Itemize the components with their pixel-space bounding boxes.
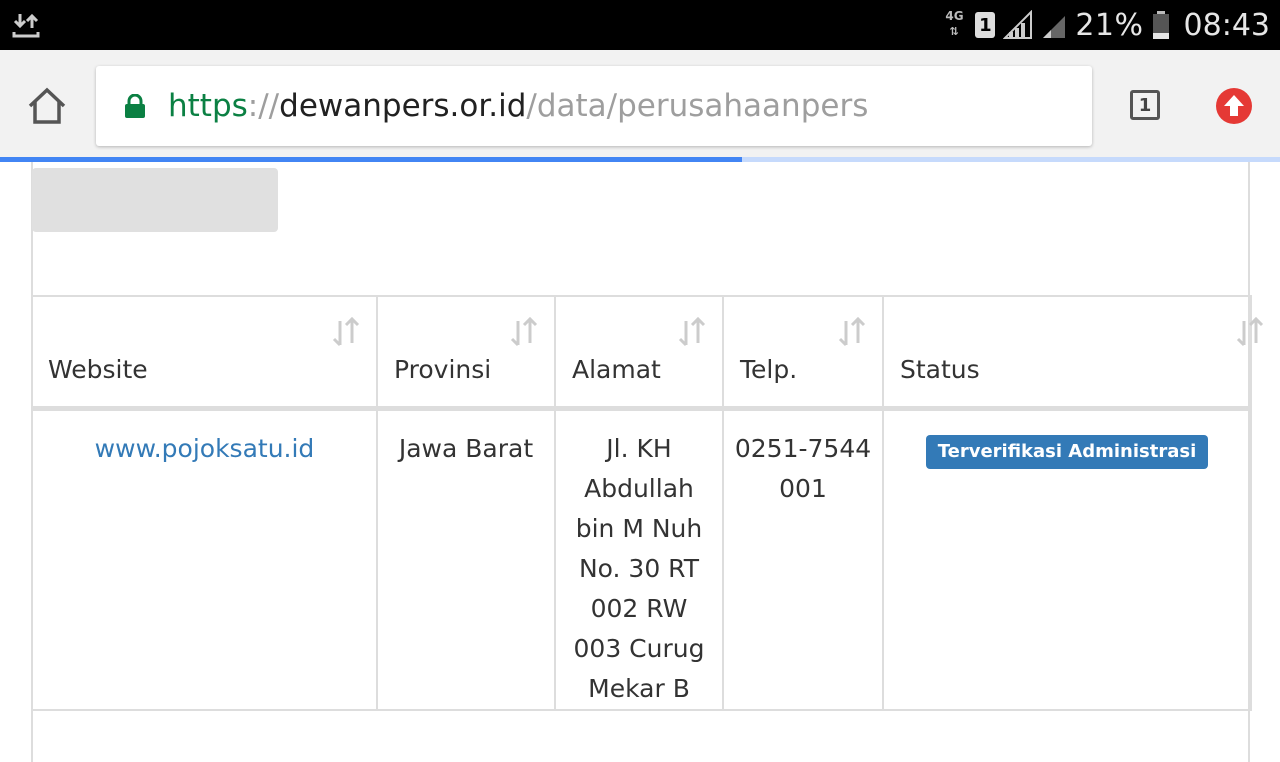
address-bar[interactable]: https://dewanpers.or.id/data/perusahaanp…: [96, 66, 1092, 146]
loading-placeholder: [32, 168, 278, 232]
column-header-alamat[interactable]: Alamat: [554, 295, 724, 411]
download-icon: [12, 13, 40, 38]
battery-percent: 21%: [1075, 7, 1144, 43]
tab-switcher-button[interactable]: 1: [1130, 90, 1160, 120]
page-content: Website Provinsi Alamat Telp. Status www…: [0, 162, 1280, 762]
sort-icon: [1236, 317, 1264, 347]
provinsi-value: Jawa Barat: [398, 433, 534, 463]
signal-secondary-icon: [1043, 16, 1066, 38]
sim-slot-label: 1: [979, 14, 992, 36]
table-row: www.pojoksatu.id Jawa Barat Jl. KH Abdul…: [31, 407, 1252, 711]
sim-icon: 1: [975, 12, 996, 38]
battery-icon: [1152, 11, 1169, 39]
url-host: dewanpers.or.id: [279, 88, 527, 124]
column-label: Status: [900, 354, 980, 384]
lock-icon: [125, 94, 145, 118]
column-header-status[interactable]: Status: [882, 295, 1264, 411]
cell-status: Terverifikasi Administrasi: [882, 407, 1252, 711]
status-bar: 4G ⇅ 1 21% 08:43: [0, 0, 1280, 50]
cell-alamat: Jl. KH Abdullah bin M Nuh No. 30 RT 002 …: [554, 407, 724, 711]
column-label: Telp.: [740, 354, 798, 384]
url-path: /data/perusahaanpers: [526, 88, 869, 124]
sort-icon: [510, 317, 538, 347]
column-header-telp[interactable]: Telp.: [722, 295, 884, 411]
column-header-provinsi[interactable]: Provinsi: [376, 295, 556, 411]
update-arrow-icon: [1224, 95, 1244, 116]
table-header-row: Website Provinsi Alamat Telp. Status: [31, 295, 1264, 411]
sort-icon: [678, 317, 706, 347]
column-label: Alamat: [572, 354, 661, 384]
companies-table: Website Provinsi Alamat Telp. Status www…: [31, 295, 1264, 711]
signal-icon: [1003, 10, 1033, 39]
network-type-label: 4G: [945, 9, 964, 23]
clock: 08:43: [1183, 7, 1270, 43]
cell-website: www.pojoksatu.id: [31, 407, 378, 711]
column-label: Website: [48, 354, 148, 384]
browser-toolbar: https://dewanpers.or.id/data/perusahaanp…: [0, 50, 1280, 158]
url-text: https://dewanpers.or.id/data/perusahaanp…: [168, 84, 868, 128]
sort-icon: [838, 317, 866, 347]
url-separator: ://: [247, 88, 280, 124]
column-label: Provinsi: [394, 354, 492, 384]
alamat-value: Jl. KH Abdullah bin M Nuh No. 30 RT 002 …: [573, 433, 705, 703]
website-link[interactable]: www.pojoksatu.id: [95, 434, 315, 463]
cell-telp: 0251-7544001: [722, 407, 884, 711]
cell-provinsi: Jawa Barat: [376, 407, 556, 711]
network-type-icon: 4G ⇅: [945, 9, 964, 38]
sort-icon: [332, 317, 360, 347]
home-icon[interactable]: [26, 86, 68, 126]
tab-count: 1: [1138, 94, 1152, 116]
url-scheme: https: [168, 88, 248, 124]
update-button[interactable]: [1216, 88, 1252, 124]
column-header-website[interactable]: Website: [31, 295, 378, 411]
status-badge: Terverifikasi Administrasi: [925, 434, 1209, 469]
telp-value: 0251-7544001: [734, 433, 872, 503]
